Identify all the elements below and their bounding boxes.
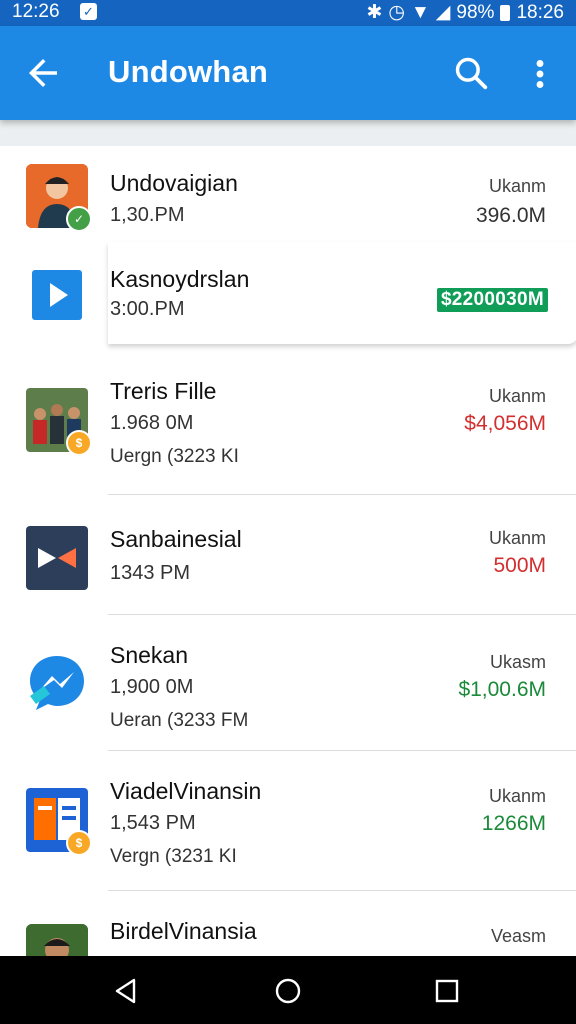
item-time: 1,30.PM: [110, 204, 185, 226]
battery-icon: [500, 4, 511, 21]
list-item[interactable]: $ Treris Fille 1.968 0M Uergn (3223 KI U…: [0, 372, 576, 496]
system-nav-bar: [0, 956, 576, 1024]
item-status: Veasm: [490, 926, 546, 946]
list-item[interactable]: ✓ Undovaigian 1,30.PM Ukanm 396.0M: [0, 146, 576, 242]
item-time: 3:00.PM: [110, 298, 185, 320]
item-name: ViadelVinansin: [110, 778, 262, 804]
avatar: ✓: [26, 164, 92, 232]
item-amount-badge: $2200030M: [436, 288, 548, 312]
list-item[interactable]: BirdelVinansia Veasm: [0, 892, 576, 956]
item-amount: $1,00.6M: [458, 678, 546, 701]
status-clock: 18:26: [516, 1, 564, 23]
page-title: Undowhan: [108, 54, 269, 89]
wifi-icon: ▼: [410, 1, 430, 23]
item-status: Ukanm: [488, 386, 546, 406]
nav-home-icon[interactable]: [273, 976, 303, 1006]
battery-percent: 98%: [456, 1, 495, 23]
item-amount: 500M: [493, 554, 546, 577]
nav-recents-icon[interactable]: [432, 976, 462, 1006]
bowtie-logo-icon: [26, 526, 88, 590]
item-subtitle: Vergn (3231 KI: [110, 846, 237, 867]
item-amount: 1266M: [481, 812, 546, 835]
item-name: Sanbainesial: [110, 526, 242, 552]
status-indicators: ✱ ◷ ▼ ◢ 98% 18:26: [366, 1, 564, 24]
search-icon[interactable]: [452, 54, 490, 92]
item-status: Ukanm: [488, 176, 546, 196]
arrow-back-icon[interactable]: [22, 52, 64, 94]
list-item[interactable]: Sanbainesial 1343 PM Ukanm 500M: [0, 496, 576, 614]
divider: [108, 614, 576, 615]
item-time: 1,543 PM: [110, 812, 196, 834]
more-vert-icon[interactable]: [526, 56, 554, 92]
notification-app-icon: ✓: [80, 3, 97, 20]
item-status: Ukanm: [488, 528, 546, 548]
divider: [108, 494, 576, 495]
item-name: BirdelVinansia: [110, 918, 257, 944]
list-item[interactable]: Snekan 1,900 0M Ueran (3233 FM Ukasm $1,…: [0, 616, 576, 750]
alarm-icon: ◷: [388, 2, 405, 23]
avatar: [26, 924, 88, 956]
item-name: Undovaigian: [110, 170, 238, 196]
divider: [108, 890, 576, 891]
coin-badge-icon: $: [66, 430, 92, 456]
messenger-logo-icon: [26, 650, 88, 714]
item-time: 1343 PM: [110, 562, 191, 584]
item-amount: 396.0M: [475, 204, 546, 227]
status-time: 12:26: [12, 1, 60, 22]
app-bar: Undowhan: [0, 26, 576, 120]
nav-back-icon[interactable]: [112, 976, 142, 1006]
verified-badge-icon: ✓: [66, 206, 92, 232]
item-time: 1.968 0M: [110, 412, 194, 434]
coin-badge-icon: $: [66, 830, 92, 856]
status-bar: 12:26 ✓ ✱ ◷ ▼ ◢ 98% 18:26: [0, 0, 576, 26]
divider: [108, 750, 576, 751]
document-logo-icon: $: [26, 788, 92, 856]
signal-icon: ◢: [435, 2, 451, 23]
item-name: Snekan: [110, 642, 189, 668]
bluetooth-icon: ✱: [366, 2, 383, 23]
list-item[interactable]: $ ViadelVinansin 1,543 PM Vergn (3231 KI…: [0, 752, 576, 890]
transaction-list: ✓ Undovaigian 1,30.PM Ukanm 396.0M Kasno…: [0, 146, 576, 956]
item-status: Ukanm: [488, 786, 546, 806]
item-subtitle: Uergn (3223 KI: [110, 446, 239, 467]
item-name: Kasnoydrslan: [110, 266, 250, 292]
group-photo: $: [26, 388, 92, 456]
item-subtitle: Ueran (3233 FM: [110, 710, 249, 731]
item-amount: $4,056M: [464, 412, 546, 435]
play-icon: [32, 270, 82, 320]
item-name: Treris Fille: [110, 378, 217, 404]
item-status: Ukasm: [489, 652, 546, 672]
item-time: 1,900 0M: [110, 676, 194, 698]
